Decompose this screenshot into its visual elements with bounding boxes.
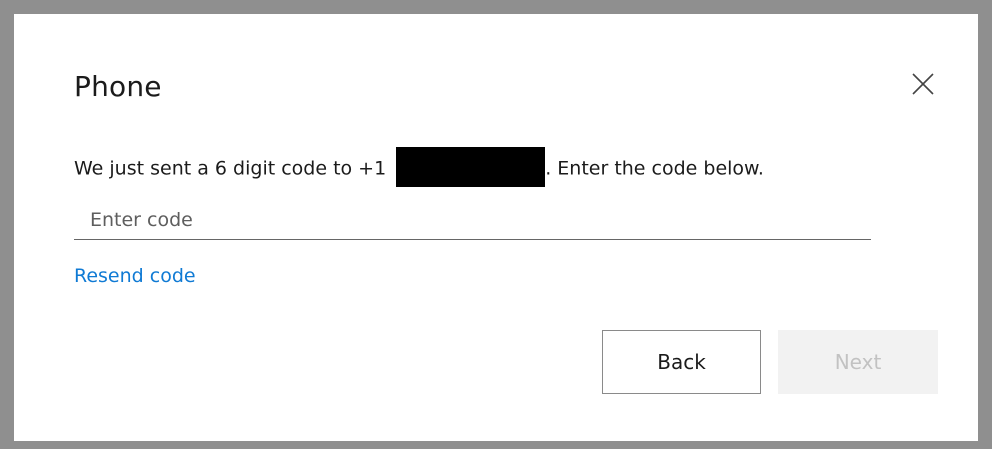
instruction-prefix: We just sent a 6 digit code to +1 [74,157,387,180]
close-button[interactable] [903,64,943,104]
instruction-text: We just sent a 6 digit code to +1 . Enter… [74,147,764,189]
modal-backdrop: Phone We just sent a 6 digit code to +1.… [0,0,992,449]
resend-code-link[interactable]: Resend code [74,265,196,287]
phone-verification-dialog: Phone We just sent a 6 digit code to +1.… [14,14,978,441]
back-button[interactable]: Back [602,330,761,394]
dialog-title: Phone [74,70,162,103]
verification-code-input[interactable] [74,200,871,240]
instruction-suffix: . Enter the code below. [545,157,764,180]
redacted-phone-number [396,147,546,187]
close-icon [912,73,934,95]
next-button[interactable]: Next [778,330,938,394]
